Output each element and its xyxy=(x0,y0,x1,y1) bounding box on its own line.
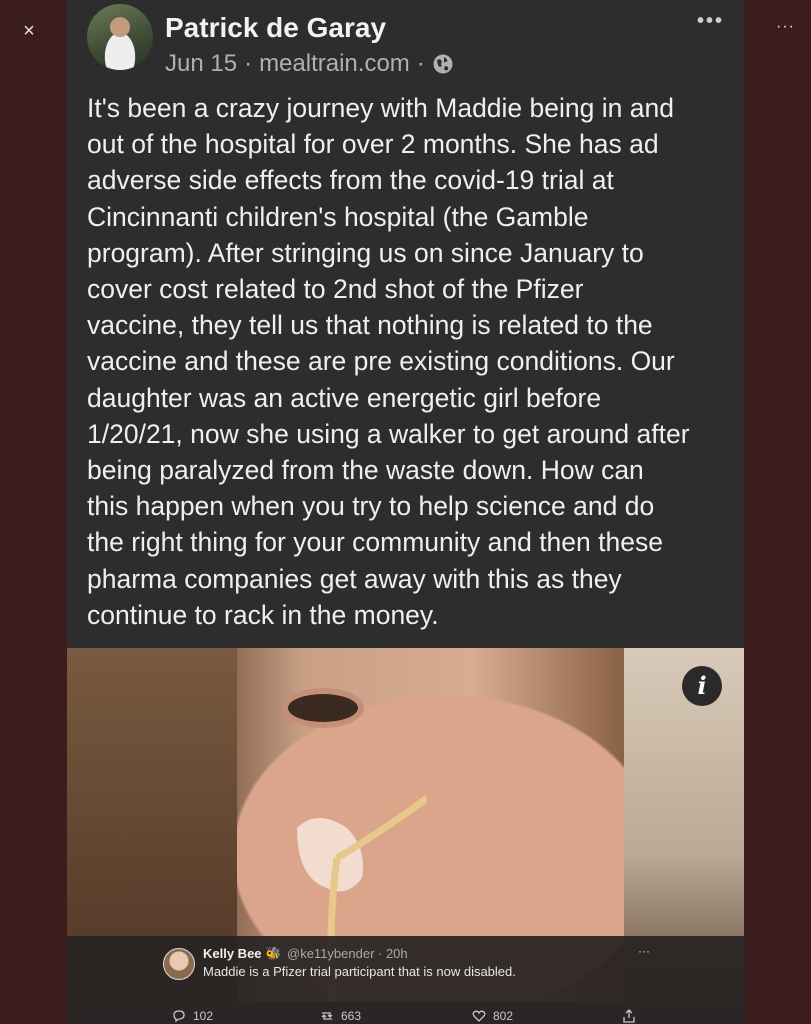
post-body-text: It's been a crazy journey with Maddie be… xyxy=(87,93,690,630)
viewer-more-icon[interactable]: ··· xyxy=(776,18,795,36)
facebook-post-card: Patrick de Garay Jun 15 · mealtrain.com … xyxy=(67,0,744,648)
author-name[interactable]: Patrick de Garay xyxy=(165,12,386,44)
retweet-action[interactable]: 663 xyxy=(319,1008,361,1024)
embedded-tweet[interactable]: Kelly Bee 🐝 @ke11ybender · 20h Maddie is… xyxy=(67,936,744,1002)
share-action[interactable] xyxy=(621,1008,637,1024)
author-avatar[interactable] xyxy=(87,4,153,70)
info-icon[interactable]: i xyxy=(682,666,722,706)
reply-count: 102 xyxy=(193,1009,214,1023)
reply-icon xyxy=(173,1010,185,1023)
like-count: 802 xyxy=(493,1009,514,1023)
tweet-handle[interactable]: @ke11ybender · 20h xyxy=(287,946,408,961)
retweet-count: 663 xyxy=(341,1009,362,1023)
tweet-more-icon[interactable]: ··· xyxy=(638,944,650,958)
post-more-icon[interactable]: ••• xyxy=(697,10,724,33)
close-icon[interactable]: × xyxy=(18,20,40,42)
meta-separator: · xyxy=(244,50,253,77)
tweet-author-name[interactable]: Kelly Bee 🐝 xyxy=(203,946,281,962)
tweet-avatar[interactable] xyxy=(163,948,195,980)
post-meta: Jun 15 · mealtrain.com · xyxy=(165,50,454,78)
post-source[interactable]: mealtrain.com xyxy=(259,50,410,78)
reply-action[interactable]: 102 xyxy=(171,1008,213,1024)
retweet-icon xyxy=(321,1012,333,1020)
tweet-actions: 102 663 802 xyxy=(67,1002,744,1024)
globe-icon xyxy=(432,53,454,75)
photo-region xyxy=(282,688,364,728)
meta-separator: · xyxy=(416,50,425,77)
share-icon xyxy=(623,1009,635,1023)
heart-icon xyxy=(472,1010,486,1022)
post-date[interactable]: Jun 15 xyxy=(165,50,237,78)
tweet-text: Maddie is a Pfizer trial participant tha… xyxy=(203,964,516,979)
like-action[interactable]: 802 xyxy=(471,1008,513,1024)
